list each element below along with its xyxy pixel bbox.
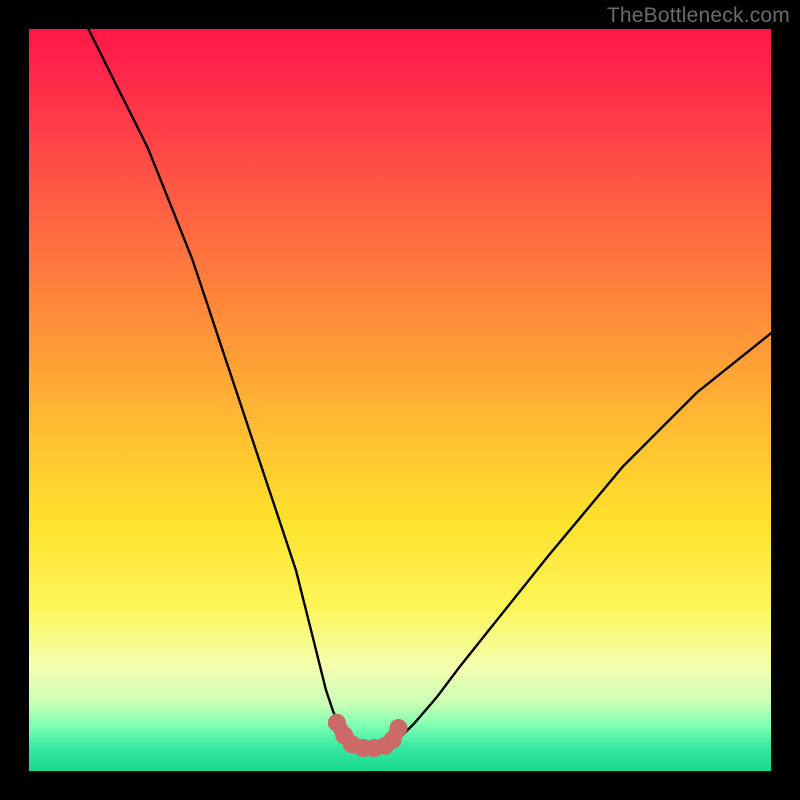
flat-region-markers — [328, 714, 408, 757]
chart-frame: TheBottleneck.com — [0, 0, 800, 800]
watermark-text: TheBottleneck.com — [607, 4, 790, 28]
chart-plot-area — [29, 29, 771, 771]
chart-svg — [29, 29, 771, 771]
bottleneck-curve — [88, 29, 771, 749]
flat-region-dot — [390, 719, 408, 737]
